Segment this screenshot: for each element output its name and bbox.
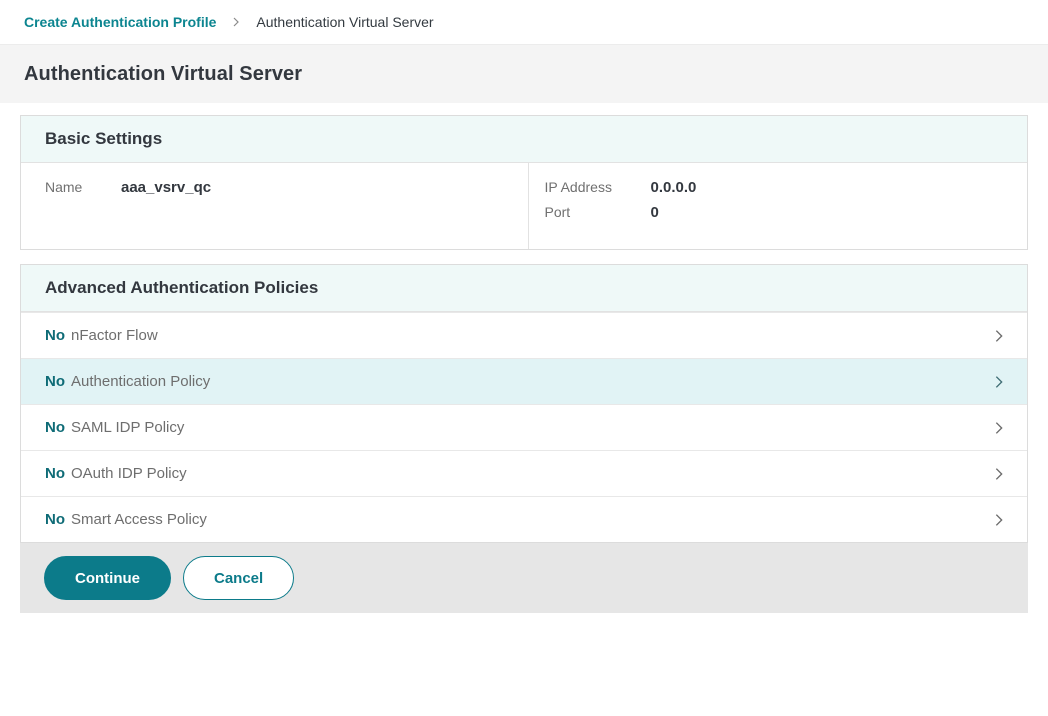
ip-address-label: IP Address xyxy=(545,179,637,196)
breadcrumb-link-create-authentication-profile[interactable]: Create Authentication Profile xyxy=(24,14,216,30)
name-field: Name aaa_vsrv_qc xyxy=(45,179,504,196)
policy-count: No xyxy=(45,511,65,528)
chevron-right-icon xyxy=(991,466,1007,482)
policy-count: No xyxy=(45,419,65,436)
policy-row-text: No Authentication Policy xyxy=(45,373,210,390)
policy-row-saml-idp-policy[interactable]: No SAML IDP Policy xyxy=(21,404,1027,450)
chevron-right-icon xyxy=(991,328,1007,344)
basic-settings-title: Basic Settings xyxy=(45,129,162,148)
cancel-button[interactable]: Cancel xyxy=(183,556,294,600)
basic-settings-header[interactable]: Basic Settings xyxy=(21,116,1027,163)
port-field: Port 0 xyxy=(545,204,1004,221)
advanced-authentication-policies-panel: Advanced Authentication Policies NonFact… xyxy=(20,264,1028,543)
policy-row-smart-access-policy[interactable]: No Smart Access Policy xyxy=(21,496,1027,542)
policy-count: No xyxy=(45,465,65,482)
basic-settings-body: Name aaa_vsrv_qc IP Address 0.0.0.0 Port… xyxy=(21,163,1027,249)
policy-label: OAuth IDP Policy xyxy=(71,465,187,482)
basic-settings-panel: Basic Settings Name aaa_vsrv_qc IP Addre… xyxy=(20,115,1028,250)
name-label: Name xyxy=(45,179,107,196)
port-value: 0 xyxy=(651,204,659,221)
chevron-right-icon xyxy=(991,374,1007,390)
policy-row-authentication-policy[interactable]: No Authentication Policy xyxy=(21,358,1027,404)
policy-count: No xyxy=(45,373,65,390)
policy-label: SAML IDP Policy xyxy=(71,419,184,436)
ip-address-value: 0.0.0.0 xyxy=(651,179,697,196)
name-value: aaa_vsrv_qc xyxy=(121,179,211,196)
advanced-policies-header[interactable]: Advanced Authentication Policies xyxy=(21,265,1027,312)
basic-settings-right-column: IP Address 0.0.0.0 Port 0 xyxy=(528,163,1028,249)
basic-settings-left-column: Name aaa_vsrv_qc xyxy=(21,163,528,249)
policy-row-text: No OAuth IDP Policy xyxy=(45,465,187,482)
policy-row-nfactor-flow[interactable]: No nFactor Flow xyxy=(21,312,1027,358)
chevron-right-icon xyxy=(991,420,1007,436)
policy-row-oauth-idp-policy[interactable]: No OAuth IDP Policy xyxy=(21,450,1027,496)
port-label: Port xyxy=(545,204,637,221)
page-title-bar: Authentication Virtual Server xyxy=(0,45,1048,103)
ip-address-field: IP Address 0.0.0.0 xyxy=(545,179,1004,196)
breadcrumb: Create Authentication Profile Authentica… xyxy=(0,0,1048,45)
continue-button[interactable]: Continue xyxy=(44,556,171,600)
chevron-right-icon xyxy=(230,16,242,28)
policy-row-text: No Smart Access Policy xyxy=(45,511,207,528)
advanced-policies-title: Advanced Authentication Policies xyxy=(45,278,318,297)
breadcrumb-current: Authentication Virtual Server xyxy=(256,14,433,30)
chevron-right-icon xyxy=(991,512,1007,528)
policy-label: Smart Access Policy xyxy=(71,511,207,528)
footer-action-bar: Continue Cancel xyxy=(20,543,1028,613)
policy-label: nFactor Flow xyxy=(71,327,158,344)
policy-row-text: No nFactor Flow xyxy=(45,327,158,344)
content-area: Basic Settings Name aaa_vsrv_qc IP Addre… xyxy=(0,103,1048,613)
policy-row-text: No SAML IDP Policy xyxy=(45,419,184,436)
policy-label: Authentication Policy xyxy=(71,373,210,390)
page-title: Authentication Virtual Server xyxy=(24,63,302,86)
policy-count: No xyxy=(45,327,65,344)
